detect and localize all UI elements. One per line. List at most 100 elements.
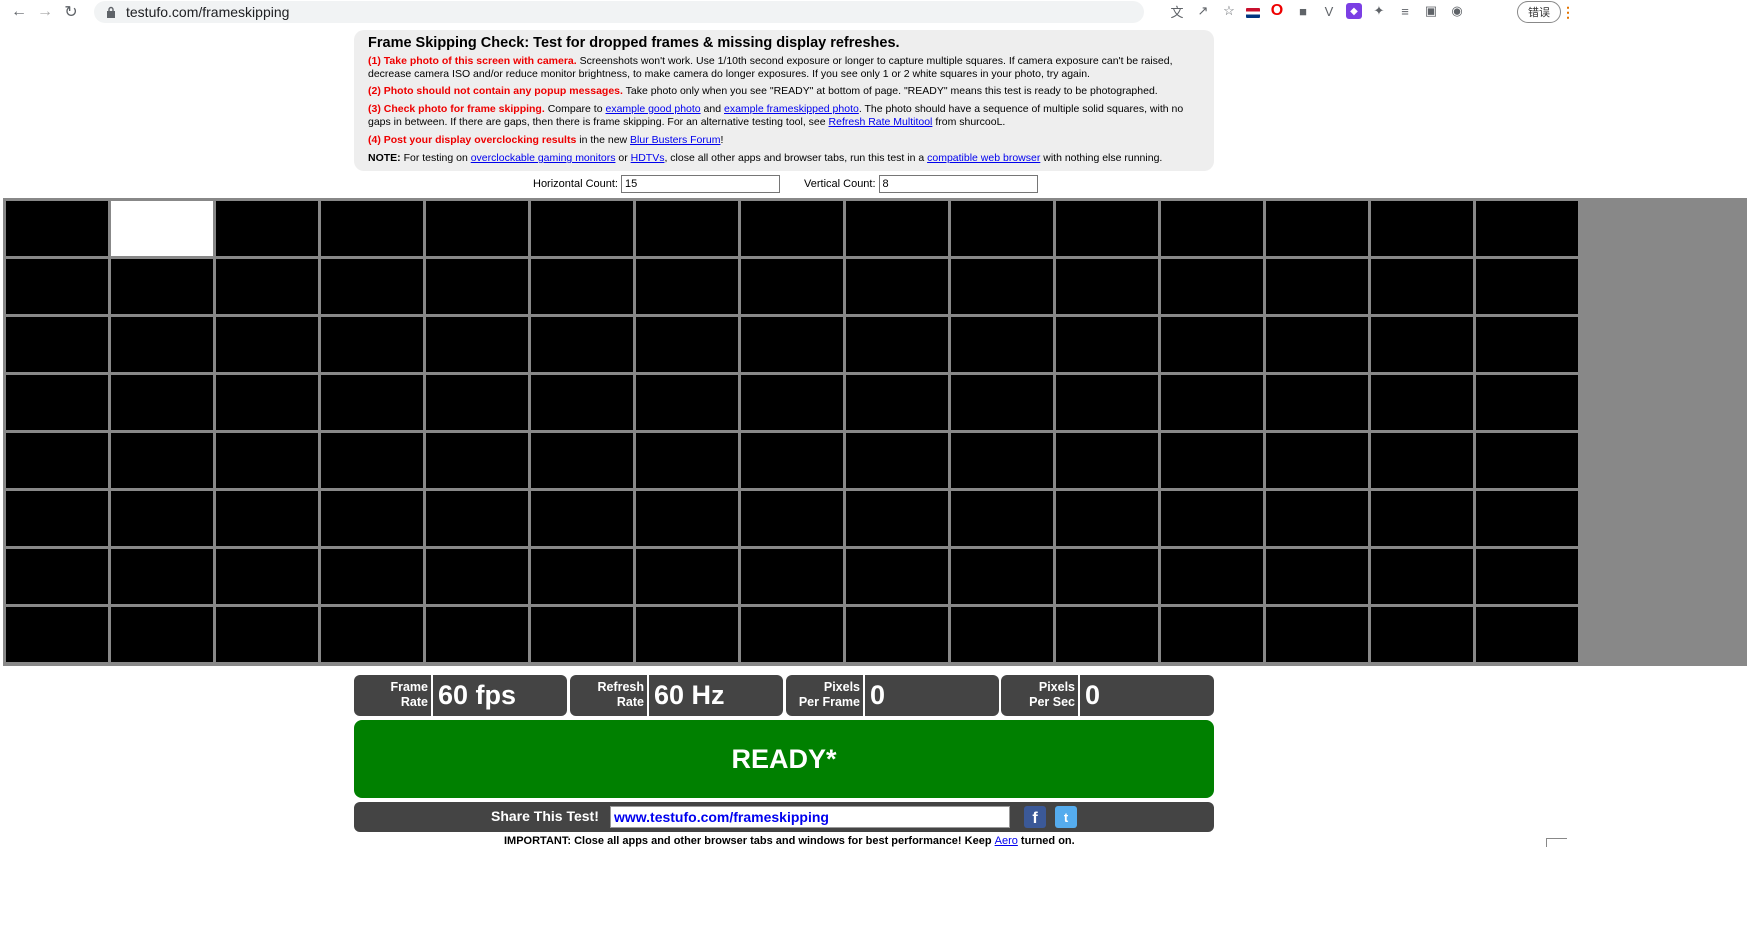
grid-cell bbox=[741, 317, 843, 372]
example-frameskipped-photo-link[interactable]: example frameskipped photo bbox=[724, 103, 859, 115]
grid-cell bbox=[636, 201, 738, 256]
vue-extension-icon[interactable]: V bbox=[1320, 2, 1338, 20]
facebook-icon[interactable]: f bbox=[1024, 806, 1046, 828]
extensions-puzzle-icon[interactable]: ✦ bbox=[1370, 2, 1388, 20]
grid-cell bbox=[1161, 607, 1263, 662]
note-text-a: For testing on bbox=[400, 152, 471, 164]
grid-cell bbox=[1161, 491, 1263, 546]
grid-cell bbox=[1476, 491, 1578, 546]
side-panel-icon[interactable]: ▣ bbox=[1422, 2, 1440, 20]
horizontal-count-input[interactable] bbox=[621, 175, 780, 193]
avatar-icon[interactable]: ◉ bbox=[1448, 2, 1466, 20]
grid-cell bbox=[216, 317, 318, 372]
blur-busters-forum-link[interactable]: Blur Busters Forum bbox=[630, 134, 720, 146]
address-url: testufo.com/frameskipping bbox=[126, 4, 290, 20]
grid-cell bbox=[846, 375, 948, 430]
grid-cell bbox=[1161, 201, 1263, 256]
grid-cell bbox=[216, 549, 318, 604]
purple-extension-icon[interactable]: ◆ bbox=[1346, 3, 1362, 19]
refresh-rate-value: 60 Hz bbox=[654, 680, 725, 710]
compatible-web-browser-link[interactable]: compatible web browser bbox=[927, 152, 1040, 164]
grid-cell bbox=[846, 433, 948, 488]
pixels-per-sec-stat: Pixels Per Sec 0 bbox=[1001, 675, 1214, 716]
grid-cell bbox=[321, 491, 423, 546]
grid-cell bbox=[1266, 317, 1368, 372]
grid-cell bbox=[1056, 607, 1158, 662]
grid-cell bbox=[1476, 259, 1578, 314]
address-bar[interactable]: testufo.com/frameskipping bbox=[94, 1, 1144, 23]
instruction-3: (3) Check photo for frame skipping. Comp… bbox=[368, 103, 1200, 128]
vertical-count-group: Vertical Count: bbox=[804, 175, 1038, 193]
grid-cell bbox=[1161, 317, 1263, 372]
frame-rate-value: 60 fps bbox=[438, 680, 517, 710]
grid-cell bbox=[1371, 491, 1473, 546]
menu-kebab-icon[interactable]: ⋮ bbox=[1561, 4, 1575, 20]
instruction-3-text-d: from shurcooL. bbox=[932, 115, 1006, 128]
share-label: Share This Test! bbox=[491, 808, 599, 824]
grid-cell bbox=[636, 433, 738, 488]
grid-cell bbox=[531, 259, 633, 314]
instruction-1-heading: (1) Take photo of this screen with camer… bbox=[368, 55, 577, 67]
pixels-per-sec-label: Pixels Per Sec bbox=[1029, 680, 1075, 709]
reload-icon[interactable]: ↻ bbox=[58, 1, 84, 23]
grid-cell bbox=[216, 259, 318, 314]
overclockable-gaming-monitors-link[interactable]: overclockable gaming monitors bbox=[471, 152, 616, 164]
grid-cell bbox=[1056, 433, 1158, 488]
grid-cell bbox=[6, 549, 108, 604]
grid-cell bbox=[1161, 433, 1263, 488]
share-url-input[interactable] bbox=[610, 806, 1010, 828]
opera-extension-icon[interactable]: O bbox=[1268, 2, 1286, 20]
grid-cell bbox=[846, 491, 948, 546]
share-icon[interactable]: ↗ bbox=[1194, 2, 1212, 20]
frame-rate-stat: Frame Rate 60 fps bbox=[354, 675, 567, 716]
grid-cell bbox=[426, 375, 528, 430]
instruction-1: (1) Take photo of this screen with camer… bbox=[368, 55, 1200, 80]
flag-extension-icon[interactable] bbox=[1246, 8, 1260, 18]
grid-cell bbox=[216, 375, 318, 430]
grid-cell bbox=[1056, 491, 1158, 546]
grid-cell bbox=[1266, 201, 1368, 256]
grid-cell bbox=[741, 607, 843, 662]
grid-cell bbox=[741, 259, 843, 314]
note: NOTE: For testing on overclockable gamin… bbox=[368, 152, 1200, 165]
grid-cell bbox=[1476, 201, 1578, 256]
horizontal-count-label: Horizontal Count: bbox=[533, 178, 618, 190]
grid-cell bbox=[6, 317, 108, 372]
grid-cell bbox=[636, 607, 738, 662]
frame-skip-grid bbox=[3, 198, 1747, 666]
horizontal-count-group: Horizontal Count: bbox=[533, 175, 780, 193]
grid-cell bbox=[321, 201, 423, 256]
forward-arrow-icon[interactable]: → bbox=[32, 1, 58, 23]
grid-cell bbox=[741, 375, 843, 430]
hdtvs-link[interactable]: HDTVs bbox=[631, 152, 665, 164]
vertical-count-input[interactable] bbox=[878, 175, 1038, 193]
example-good-photo-link[interactable]: example good photo bbox=[605, 103, 700, 115]
grid-cell bbox=[1266, 433, 1368, 488]
grid-cell bbox=[1476, 317, 1578, 372]
grid-cell bbox=[321, 607, 423, 662]
back-arrow-icon[interactable]: ← bbox=[6, 1, 32, 23]
reading-list-icon[interactable]: ≡ bbox=[1396, 2, 1414, 20]
grid-cell bbox=[216, 491, 318, 546]
instruction-4-heading: (4) Post your display overclocking resul… bbox=[368, 134, 577, 146]
grid-cell bbox=[951, 317, 1053, 372]
grid-cell bbox=[6, 259, 108, 314]
grid-cell bbox=[531, 549, 633, 604]
grid-cell bbox=[846, 201, 948, 256]
grid-cell bbox=[846, 317, 948, 372]
bookmark-star-icon[interactable]: ☆ bbox=[1220, 2, 1238, 20]
grid-cell bbox=[111, 375, 213, 430]
instructions-panel: Frame Skipping Check: Test for dropped f… bbox=[354, 30, 1214, 171]
refresh-rate-multitool-link[interactable]: Refresh Rate Multitool bbox=[829, 116, 933, 128]
grid-cell bbox=[1266, 375, 1368, 430]
grid-cell bbox=[111, 607, 213, 662]
twitter-icon[interactable]: t bbox=[1055, 806, 1077, 828]
translate-icon[interactable]: 文 bbox=[1168, 2, 1186, 20]
important-text-b: turned on. bbox=[1017, 835, 1075, 847]
mask-extension-icon[interactable]: ■ bbox=[1294, 2, 1312, 20]
profile-error-button[interactable]: 错误 bbox=[1517, 1, 1561, 23]
grid-cell bbox=[111, 201, 213, 256]
grid-cell bbox=[321, 317, 423, 372]
grid-cell bbox=[1161, 549, 1263, 604]
aero-link[interactable]: Aero bbox=[995, 835, 1018, 847]
